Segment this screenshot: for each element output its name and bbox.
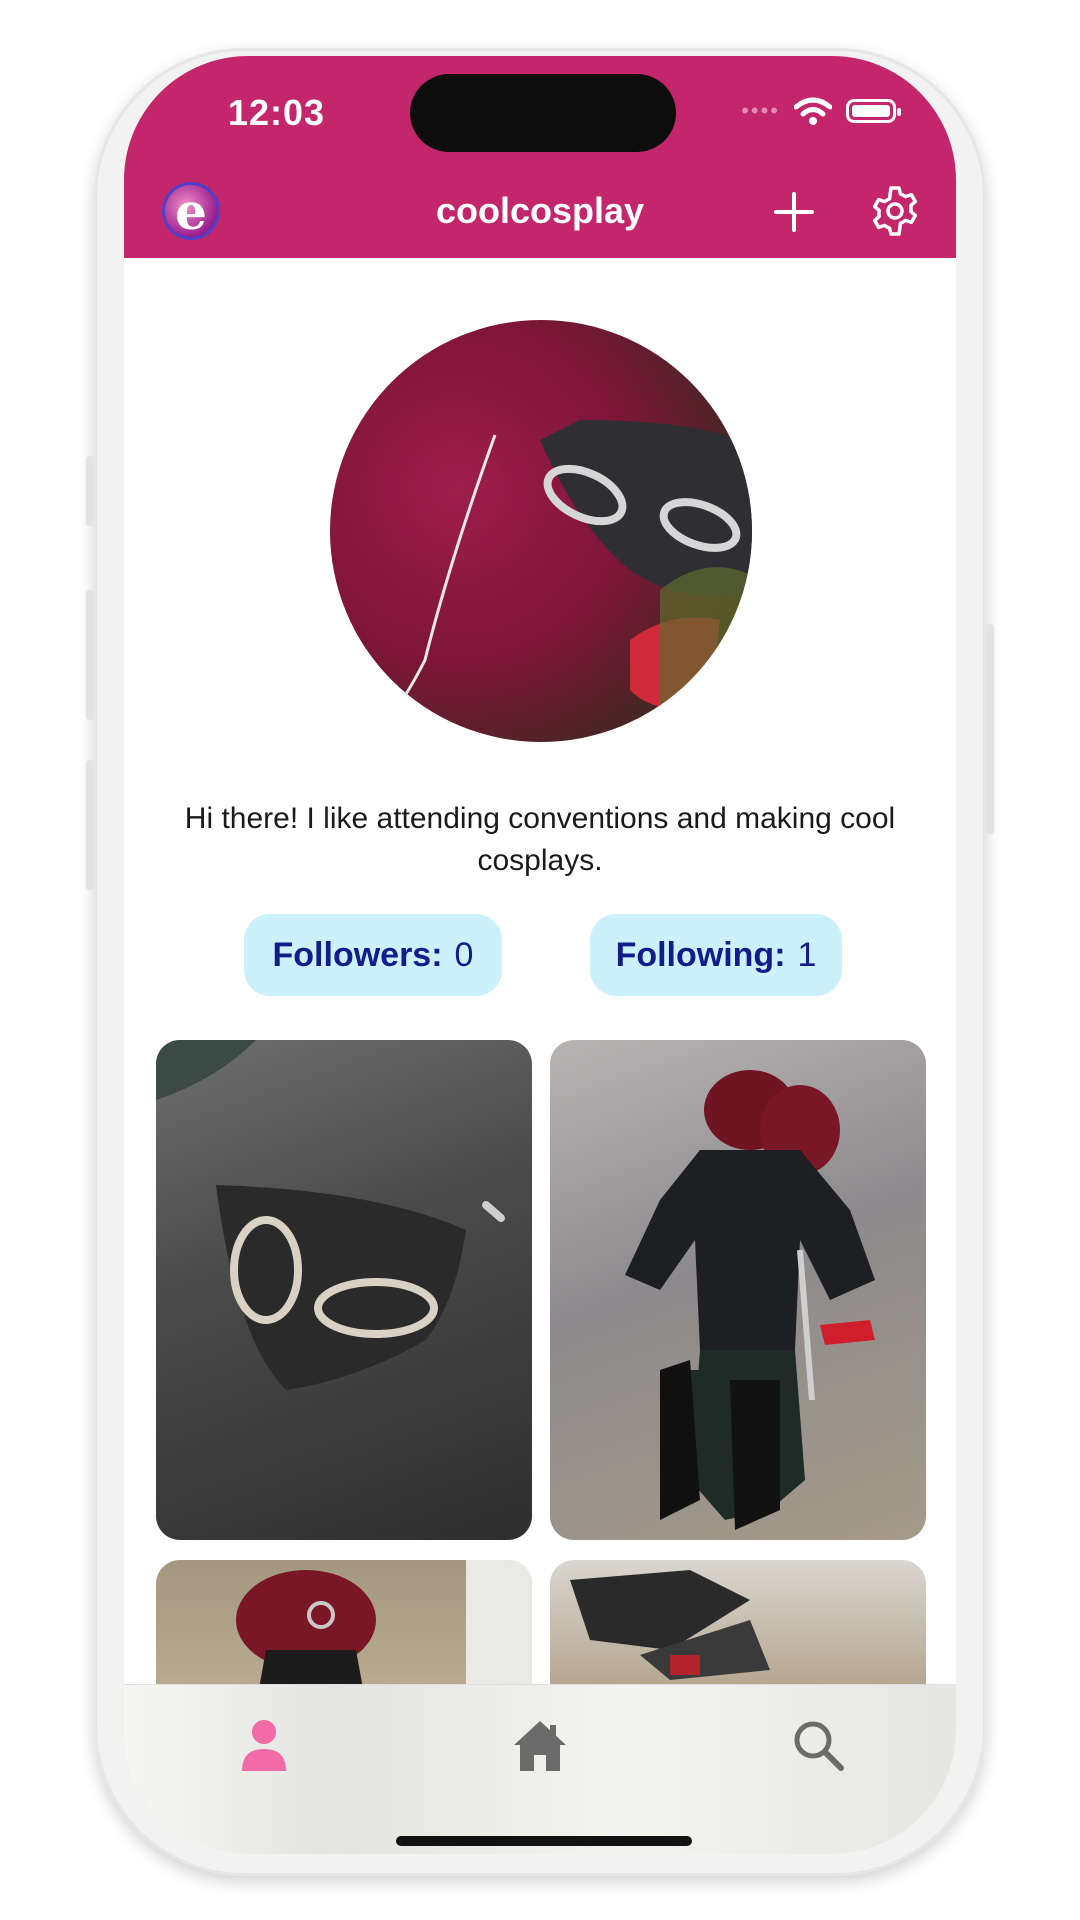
plus-icon — [774, 192, 814, 232]
search-icon — [794, 1721, 844, 1771]
power-button — [986, 624, 994, 834]
add-post-button[interactable] — [772, 190, 816, 234]
tab-profile[interactable] — [234, 1715, 294, 1775]
app-header: 12:03 •••• e coolcosplay — [124, 56, 956, 258]
phone-screen: 12:03 •••• e coolcosplay Hi there! I lik… — [124, 56, 956, 1854]
cellular-signal-icon: •••• — [741, 98, 780, 123]
dynamic-island — [410, 74, 676, 152]
avatar-photo — [368, 420, 752, 742]
status-indicators: •••• — [741, 96, 901, 126]
battery-icon — [846, 99, 901, 123]
followers-label: Followers: — [272, 935, 443, 974]
gear-icon — [872, 186, 918, 236]
home-indicator — [396, 1836, 692, 1846]
following-count: 1 — [797, 935, 817, 974]
post-image — [625, 1070, 875, 1530]
volume-down-button — [86, 760, 94, 890]
tab-home[interactable] — [510, 1715, 570, 1775]
status-time: 12:03 — [228, 92, 326, 133]
following-button[interactable]: Following: 1 — [590, 914, 842, 996]
following-label: Following: — [615, 935, 786, 974]
tab-search[interactable] — [788, 1715, 848, 1775]
profile-bio: Hi there! I like attending conventions a… — [184, 802, 896, 877]
profile-username: coolcosplay — [435, 190, 645, 231]
wifi-icon — [794, 97, 832, 125]
home-icon — [514, 1721, 566, 1771]
profile-avatar[interactable] — [330, 320, 752, 742]
post-image — [156, 1040, 505, 1390]
followers-count: 0 — [454, 935, 474, 974]
followers-button[interactable]: Followers: 0 — [244, 914, 502, 996]
mute-switch — [86, 456, 94, 526]
person-icon — [242, 1720, 286, 1771]
volume-up-button — [86, 590, 94, 720]
post-thumbnail[interactable] — [550, 1040, 926, 1540]
settings-button[interactable] — [868, 184, 922, 238]
bottom-tab-bar — [124, 1684, 956, 1854]
post-thumbnail[interactable] — [156, 1040, 532, 1540]
